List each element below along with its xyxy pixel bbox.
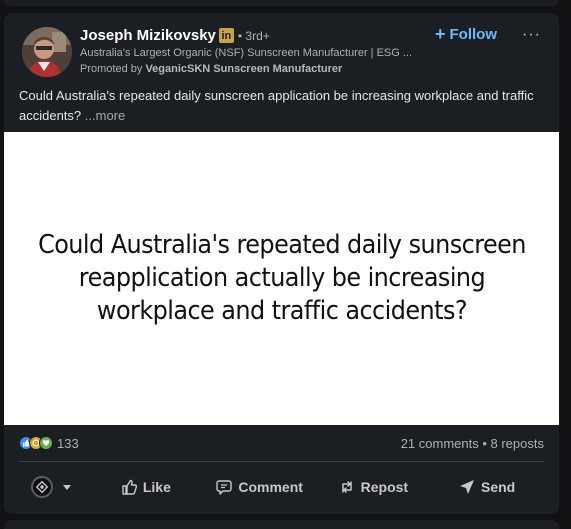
comment-label: Comment: [238, 479, 303, 495]
next-post-card: [4, 520, 559, 529]
promoted-prefix: Promoted by: [80, 63, 143, 75]
reposts-count[interactable]: 8 reposts: [491, 436, 544, 451]
post-image-text: Could Australia's repeated daily sunscre…: [37, 230, 526, 326]
see-more-link[interactable]: ...more: [85, 108, 125, 123]
follow-button[interactable]: + Follow: [435, 25, 497, 43]
actor-avatar: [31, 476, 53, 498]
comment-button[interactable]: Comment: [203, 469, 317, 505]
send-label: Send: [481, 479, 516, 495]
support-reaction-icon: [39, 436, 53, 450]
like-label: Like: [142, 479, 171, 495]
comments-count[interactable]: 21 comments: [401, 436, 479, 451]
comment-icon: [216, 480, 233, 495]
plus-icon: +: [435, 24, 446, 44]
chevron-down-icon: [63, 484, 71, 490]
promoted-by-company[interactable]: VeganicSKN Sunscreen Manufacturer: [145, 63, 342, 75]
reactions-summary[interactable]: 133: [19, 436, 79, 451]
reaction-count: 133: [57, 435, 79, 451]
send-button[interactable]: Send: [430, 469, 544, 505]
thumbs-up-icon: [122, 479, 137, 495]
profile-photo: [22, 27, 72, 77]
social-counts-bar: 133 21 comments • 8 reposts: [19, 433, 544, 453]
previous-post-card: [4, 0, 559, 6]
actor-switcher[interactable]: [19, 476, 89, 498]
author-name[interactable]: Joseph Mizikovsky: [80, 27, 216, 44]
send-icon: [460, 480, 474, 494]
ellipsis-icon[interactable]: ···: [522, 26, 541, 44]
follow-label: Follow: [449, 25, 498, 43]
repost-icon: [341, 481, 352, 493]
post-body: Could Australia's repeated daily sunscre…: [19, 86, 549, 126]
connection-degree: • 3rd+: [237, 28, 270, 43]
author-avatar[interactable]: [22, 27, 72, 77]
repost-button[interactable]: Repost: [317, 469, 431, 505]
action-bar: Like Comment Repost Send: [19, 469, 544, 505]
count-separator: •: [478, 435, 491, 451]
author-headline: Australia's Largest Organic (NSF) Sunscr…: [80, 47, 413, 59]
repost-label: Repost: [360, 479, 409, 495]
post-image[interactable]: Could Australia's repeated daily sunscre…: [4, 132, 559, 425]
divider: [19, 461, 544, 462]
like-button[interactable]: Like: [89, 469, 203, 505]
sponsored-post-card: Joseph Mizikovsky in • 3rd+ Australia's …: [4, 13, 559, 514]
promoted-label: Promoted by VeganicSKN Sunscreen Manufac…: [80, 63, 342, 75]
linkedin-icon: in: [218, 28, 234, 43]
